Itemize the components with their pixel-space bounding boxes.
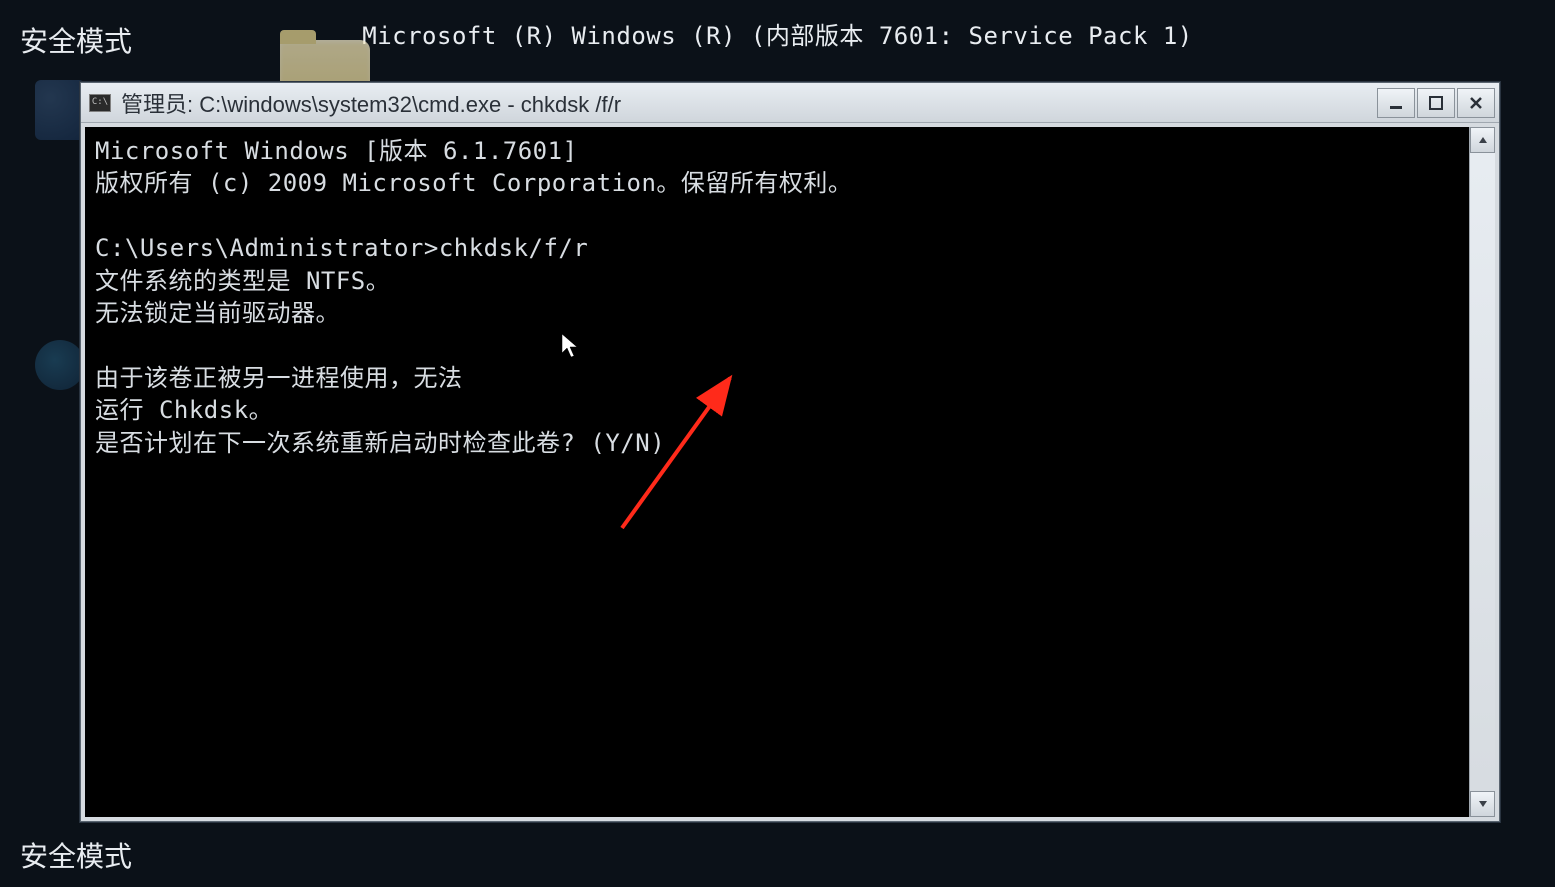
desktop-icon [35,80,85,140]
maximize-button[interactable] [1417,88,1455,118]
scroll-down-button[interactable] [1470,791,1495,817]
titlebar[interactable]: C:\ 管理员: C:\windows\system32\cmd.exe - c… [81,83,1499,123]
minimize-button[interactable] [1377,88,1415,118]
chevron-down-icon [1478,800,1488,808]
close-button[interactable] [1457,88,1495,118]
cmd-window: C:\ 管理员: C:\windows\system32\cmd.exe - c… [80,82,1500,822]
chevron-up-icon [1478,136,1488,144]
cmd-icon: C:\ [89,94,111,112]
window-controls [1377,88,1495,118]
console-output[interactable]: Microsoft Windows [版本 6.1.7601] 版权所有 (c)… [85,127,1469,817]
windows-build-info: Microsoft (R) Windows (R) (内部版本 7601: Se… [362,16,1193,51]
cmd-icon-label: C:\ [92,98,108,107]
console-container: Microsoft Windows [版本 6.1.7601] 版权所有 (c)… [81,123,1499,821]
desktop-icon [35,340,85,390]
vertical-scrollbar[interactable] [1469,127,1495,817]
window-title: 管理员: C:\windows\system32\cmd.exe - chkds… [121,87,1377,119]
close-icon [1469,96,1483,110]
safe-mode-label-bottom: 安全模式 [20,835,132,875]
maximize-icon [1429,96,1443,110]
minimize-icon [1389,96,1403,110]
scroll-up-button[interactable] [1470,127,1495,153]
safe-mode-label-top: 安全模式 [20,20,132,60]
